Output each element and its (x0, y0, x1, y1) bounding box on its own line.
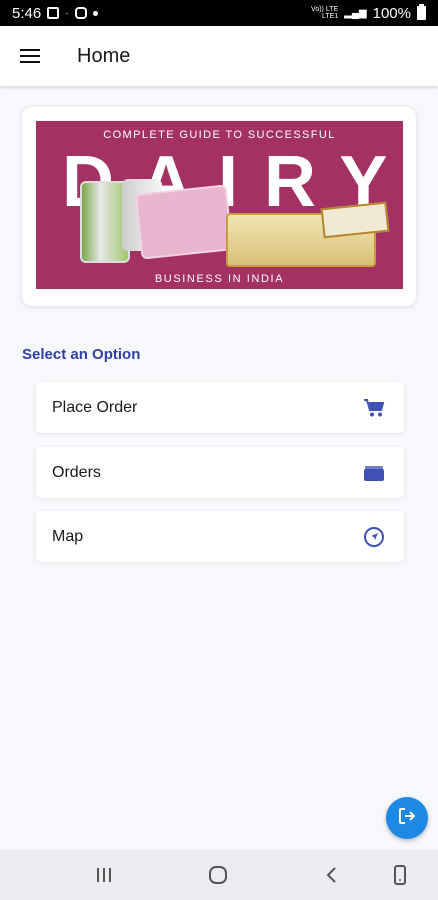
option-label: Map (52, 527, 84, 545)
option-label: Orders (52, 463, 101, 481)
product-tub-image (134, 184, 234, 260)
option-orders[interactable]: Orders (36, 447, 404, 498)
logout-icon (396, 805, 418, 832)
banner-top-text: COMPLETE GUIDE TO SUCCESSFUL (103, 129, 336, 141)
cart-icon (362, 396, 386, 420)
signal-icon: ▂▄▆ (344, 7, 367, 19)
page-title: Home (77, 44, 131, 67)
option-place-order[interactable]: Place Order (36, 382, 404, 433)
navigation-icon (362, 525, 386, 549)
instagram-icon (74, 7, 87, 19)
recent-apps-icon[interactable] (84, 850, 124, 900)
gallery-icon (47, 7, 60, 19)
back-icon[interactable] (312, 850, 352, 900)
network-label: Vo)) LTE LTE1 (311, 6, 339, 20)
battery-icon (417, 4, 426, 20)
home-icon[interactable] (198, 850, 238, 900)
option-map[interactable]: Map (36, 511, 404, 562)
status-bar: 5:46 · Vo)) LTE LTE1 ▂▄▆ 100% (0, 0, 438, 26)
section-title: Select an Option (22, 346, 141, 363)
banner-bottom-text: BUSINESS IN INDIA (154, 273, 285, 285)
status-time: 5:46 (12, 4, 42, 22)
banner-card: COMPLETE GUIDE TO SUCCESSFUL DAIRY BUSIN… (22, 107, 416, 306)
screenshot-icon[interactable] (380, 850, 420, 900)
banner-image: COMPLETE GUIDE TO SUCCESSFUL DAIRY BUSIN… (36, 121, 403, 289)
app-bar: Home (0, 26, 438, 86)
orders-folder-icon (362, 461, 386, 485)
dot-icon: · (65, 7, 69, 19)
battery-level: 100% (372, 4, 411, 22)
system-nav-bar (0, 850, 438, 900)
notification-dot-icon (92, 10, 98, 16)
hamburger-menu-icon[interactable] (0, 26, 60, 86)
logout-button[interactable] (386, 797, 428, 839)
option-label: Place Order (52, 398, 138, 416)
product-label-image (320, 201, 390, 239)
